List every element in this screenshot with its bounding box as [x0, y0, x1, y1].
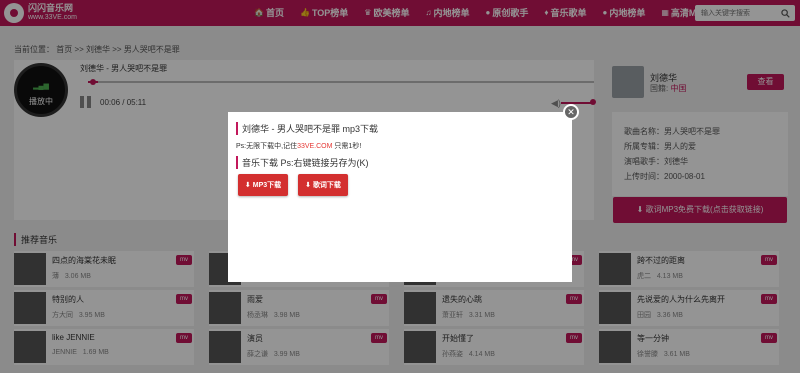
modal-close-button[interactable]: ✕ — [563, 104, 579, 120]
lyrics-download-button[interactable]: ⬇ 歌词下载 — [298, 174, 348, 196]
close-icon: ✕ — [567, 107, 575, 117]
modal-note: Ps:无限下载中,记住33VE.COM 只需1秒! — [236, 143, 362, 150]
download-modal: 刘德华 - 男人哭吧不是罪 mp3下载 Ps:无限下载中,记住33VE.COM … — [228, 112, 572, 282]
site-link[interactable]: 33VE.COM — [297, 143, 332, 150]
download-icon: ⬇ — [244, 182, 251, 189]
modal-title: 刘德华 - 男人哭吧不是罪 mp3下载 — [236, 122, 378, 135]
mp3-download-button[interactable]: ⬇ MP3下载 — [238, 174, 288, 196]
modal-subtitle: 音乐下载 Ps:右键链接另存为(K) — [236, 156, 369, 169]
download-icon: ⬇ — [305, 182, 311, 189]
